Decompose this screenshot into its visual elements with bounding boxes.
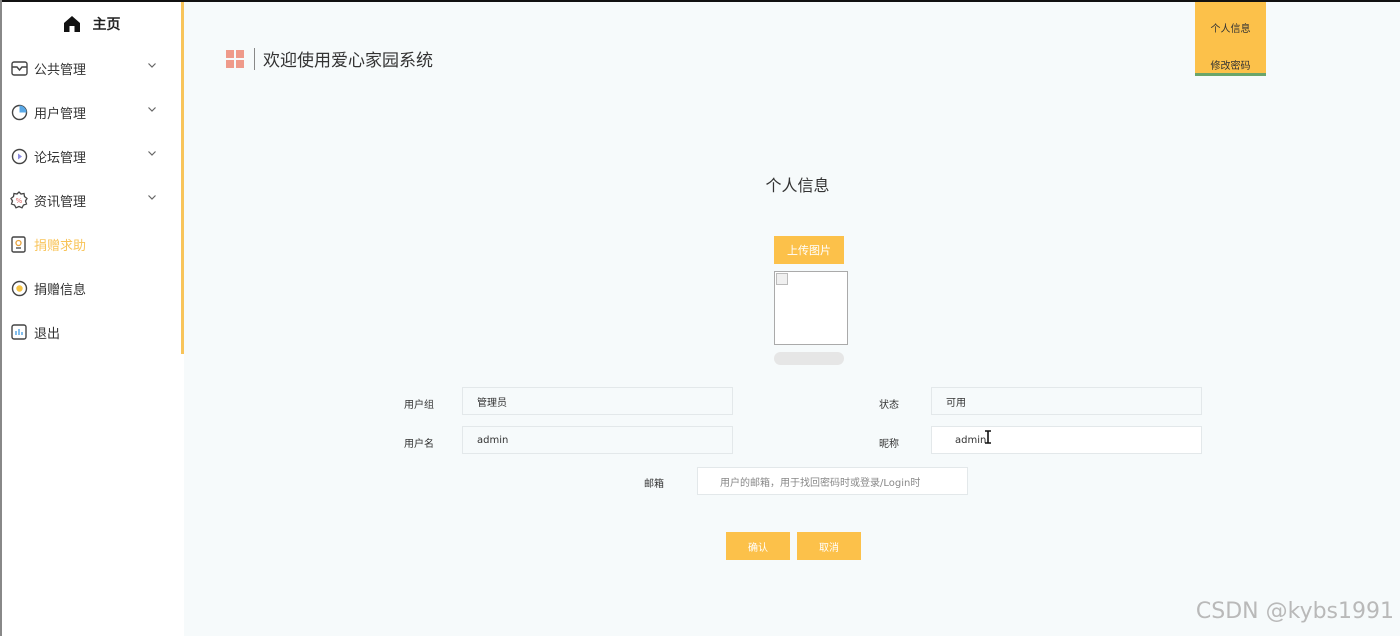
brand: 欢迎使用爱心家园系统 (226, 46, 433, 71)
home-label: 主页 (92, 17, 121, 33)
play-circle-icon (10, 147, 28, 165)
mail-icon (10, 59, 28, 77)
upload-progress-bar (774, 352, 844, 365)
avatar-preview (774, 271, 848, 345)
nickname-input[interactable]: admin (931, 426, 1202, 454)
sidebar-item-public[interactable]: 公共管理 (2, 46, 181, 90)
document-icon (10, 235, 28, 253)
page-header-title: 欢迎使用爱心家园系统 (263, 51, 433, 71)
upload-image-button[interactable]: 上传图片 (774, 236, 844, 264)
username-field[interactable]: admin (462, 426, 733, 454)
sidebar-item-label: 捐赠信息 (34, 282, 87, 298)
sidebar-item-label: 用户管理 (34, 106, 87, 122)
sidebar-item-label: 论坛管理 (34, 150, 87, 166)
confirm-button[interactable]: 确认 (726, 532, 790, 560)
page-title: 个人信息 (765, 176, 830, 195)
status-label: 状态 (879, 400, 899, 411)
svg-text:%: % (16, 197, 23, 205)
home-icon (63, 16, 80, 32)
user-menu-change-password[interactable]: 修改密码 (1195, 57, 1266, 72)
chevron-down-icon (148, 107, 156, 112)
sidebar-item-users[interactable]: 用户管理 (2, 90, 181, 134)
sidebar-item-donation-help[interactable]: 捐赠求助 (2, 222, 181, 266)
sidebar-menu: 公共管理 用户管理 论坛管理 % 资讯管理 捐赠求助 捐赠信息 退出 (2, 46, 181, 354)
page-title-wrap: 个人信息 (0, 172, 1400, 196)
sidebar-item-label: 捐赠求助 (34, 238, 87, 254)
chevron-down-icon (148, 63, 156, 68)
window-top-border (0, 0, 1400, 2)
email-input[interactable]: 用户的邮箱，用于找回密码时或登录/Login时 (697, 467, 968, 495)
sidebar-empty-area (2, 354, 184, 636)
cancel-button[interactable]: 取消 (797, 532, 861, 560)
brand-divider (254, 47, 255, 70)
username-label: 用户名 (404, 439, 434, 450)
user-menu-profile[interactable]: 个人信息 (1195, 20, 1266, 35)
chevron-down-icon (148, 151, 156, 156)
sidebar-item-label: 公共管理 (34, 62, 87, 78)
group-field[interactable]: 管理员 (462, 387, 733, 415)
coin-icon (10, 279, 28, 297)
sidebar-home[interactable]: 主页 (2, 2, 181, 46)
email-label: 邮箱 (644, 479, 664, 490)
user-menu: 个人信息 修改密码 (1195, 2, 1266, 76)
grid-logo-icon (226, 49, 244, 68)
broken-image-icon (776, 273, 788, 285)
sidebar-item-donation-info[interactable]: 捐赠信息 (2, 266, 181, 310)
pie-chart-icon (10, 103, 28, 121)
status-field[interactable]: 可用 (931, 387, 1202, 415)
nickname-label: 昵称 (879, 439, 899, 450)
text-cursor-icon (985, 430, 991, 444)
sidebar-item-logout[interactable]: 退出 (2, 310, 181, 354)
sidebar-item-label: 退出 (34, 326, 61, 342)
watermark: CSDN @kybs1991 (1195, 599, 1394, 624)
group-label: 用户组 (404, 400, 434, 411)
bar-chart-icon (10, 323, 28, 341)
